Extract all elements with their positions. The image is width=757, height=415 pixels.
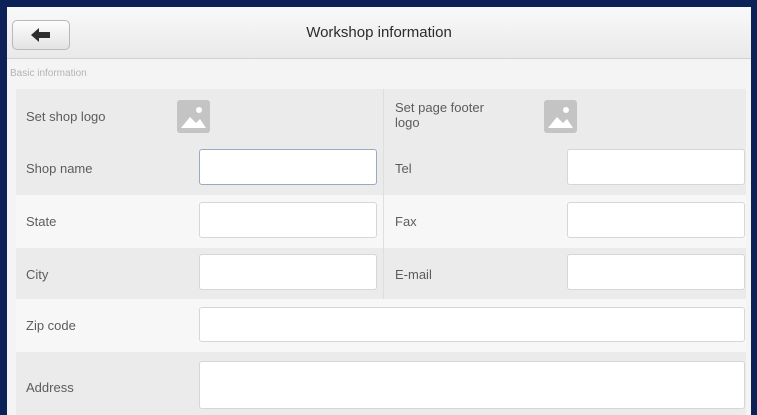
column-divider [383,89,384,144]
footer-logo-image-icon[interactable] [544,100,577,133]
city-input[interactable] [200,255,376,289]
logo-row: Set shop logo Set page footer logo [16,89,746,144]
city-field[interactable] [199,254,377,290]
shop-name-row: Shop name Tel [16,144,746,195]
section-label: Basic information [10,68,87,79]
workshop-info-screen: Workshop information Basic information S… [7,7,751,415]
city-row: City E-mail [16,248,746,299]
column-divider [383,248,384,299]
zip-code-input[interactable] [200,308,744,341]
tel-label: Tel [395,161,412,176]
footer-logo-label-line1: Set page footer [395,100,484,115]
zip-code-row: Zip code [16,299,746,352]
state-input[interactable] [200,203,376,237]
email-field[interactable] [567,254,745,290]
zip-code-label: Zip code [26,318,76,333]
address-field[interactable] [199,361,745,409]
state-label: State [26,214,57,229]
footer-logo-label: Set page footer logo [395,100,484,130]
shop-logo-image-icon[interactable] [177,100,210,133]
page-title: Workshop information [306,24,452,41]
fax-input[interactable] [568,203,744,237]
fax-label: Fax [395,214,417,229]
column-divider [383,144,384,195]
column-divider [383,195,384,248]
tel-input[interactable] [568,150,744,184]
footer-logo-label-line2: logo [395,115,420,130]
address-label: Address [26,380,74,395]
shop-name-field[interactable] [199,149,377,185]
email-input[interactable] [568,255,744,289]
state-field[interactable] [199,202,377,238]
address-input[interactable] [200,362,744,408]
address-row: Address [16,352,746,415]
state-row: State Fax [16,195,746,248]
email-label: E-mail [395,267,432,282]
shop-name-label: Shop name [26,161,93,176]
title-bar: Workshop information [7,7,751,59]
tel-field[interactable] [567,149,745,185]
city-label: City [26,267,49,282]
fax-field[interactable] [567,202,745,238]
shop-name-input[interactable] [200,150,376,184]
zip-code-field[interactable] [199,307,745,342]
shop-logo-label: Set shop logo [26,109,106,124]
